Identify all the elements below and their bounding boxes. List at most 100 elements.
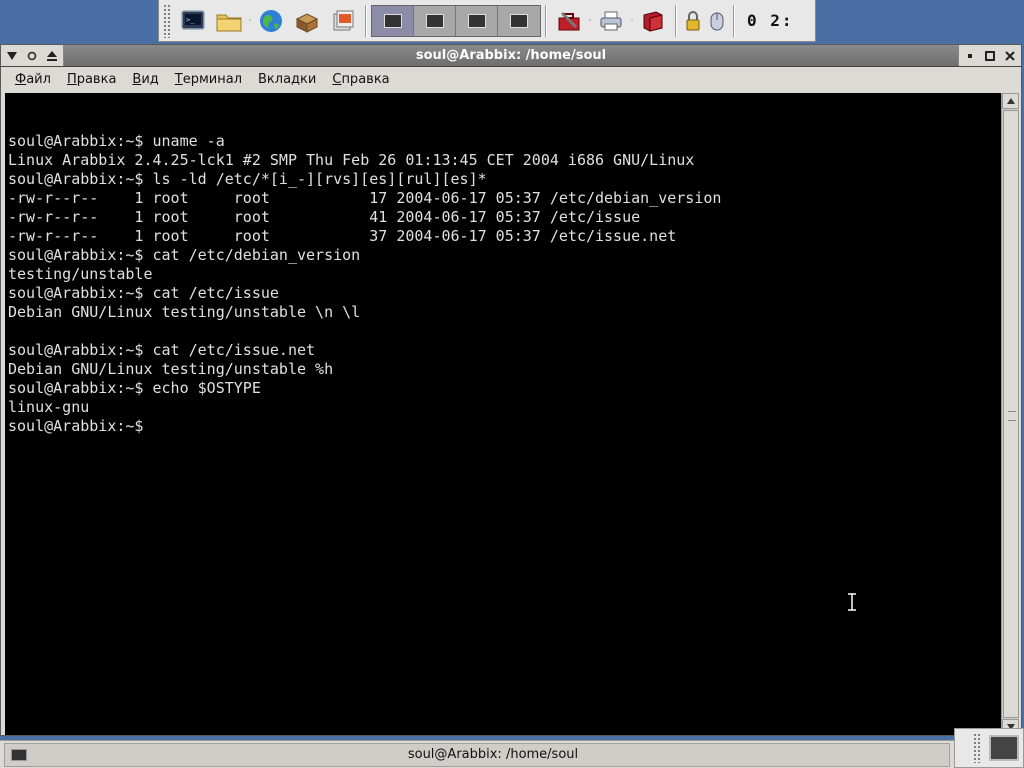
menu-label: Вкладки <box>258 71 317 87</box>
globe-icon <box>260 9 282 32</box>
workspace-2[interactable] <box>414 5 456 36</box>
menu-item-2[interactable]: Вид <box>124 70 166 89</box>
menu-label: ерминал <box>182 71 243 87</box>
terminal-line: Linux Arabbix 2.4.25-lck1 #2 SMP Thu Feb… <box>8 151 695 169</box>
terminal-scrollbar[interactable] <box>1001 93 1019 735</box>
text-cursor-icon <box>848 593 856 611</box>
web-browser-launcher[interactable] <box>254 4 288 38</box>
terminal-line: -rw-r--r-- 1 root root 17 2004-06-17 05:… <box>8 189 722 207</box>
show-desktop-icon[interactable] <box>989 735 1019 761</box>
window-titlebar[interactable]: soul@Arabbix: /home/soul <box>1 45 1021 67</box>
window-title: soul@Arabbix: /home/soul <box>415 48 607 63</box>
terminal-line: soul@Arabbix:~$ echo $OSTYPE <box>8 379 261 397</box>
panel-separator <box>675 4 677 37</box>
help-book-launcher[interactable] <box>636 4 670 38</box>
terminal-line: soul@Arabbix:~$ cat /etc/issue.net <box>8 341 316 359</box>
menu-item-4[interactable]: Вкладки <box>250 70 324 89</box>
panel-grip[interactable] <box>163 3 171 38</box>
mouse-settings-button[interactable] <box>706 4 728 38</box>
menu-label: правка <box>341 71 390 87</box>
terminal-line: soul@Arabbix:~$ cat /etc/issue <box>8 284 279 302</box>
triangle-down-icon <box>7 51 17 60</box>
window-left-buttons <box>1 45 64 66</box>
maximize-icon <box>985 50 995 61</box>
launcher-separator: · <box>248 15 252 26</box>
media-launcher[interactable] <box>326 4 360 38</box>
window-menu-button[interactable] <box>5 49 19 63</box>
workspace-switcher[interactable] <box>371 4 541 37</box>
toolbox-launcher[interactable] <box>552 4 586 38</box>
workspace-3[interactable] <box>456 5 498 36</box>
minimize-icon <box>968 53 972 58</box>
terminal-line: soul@Arabbix:~$ cat /etc/debian_version <box>8 246 361 264</box>
terminal-prompt-line: soul@Arabbix:~$ <box>8 417 998 436</box>
workspace-4[interactable] <box>498 5 540 36</box>
workspace-window-thumb <box>510 13 528 28</box>
launcher-separator: · <box>588 15 592 26</box>
mouse-icon <box>710 12 724 30</box>
menu-label: ид <box>141 71 159 87</box>
package-icon <box>295 12 319 33</box>
tray-grip[interactable] <box>973 733 981 763</box>
terminal-line: testing/unstable <box>8 265 153 283</box>
system-tray <box>954 728 1024 768</box>
terminal-screen[interactable]: soul@Arabbix:~$ uname -a Linux Arabbix 2.… <box>5 93 1001 735</box>
panel-separator <box>545 4 547 37</box>
window-raise-button[interactable] <box>45 49 59 63</box>
terminal-line: linux-gnu <box>8 398 90 416</box>
window-right-buttons <box>958 45 1021 66</box>
menu-item-0[interactable]: Файл <box>7 70 59 89</box>
maximize-button[interactable] <box>983 49 997 63</box>
launcher-separator: · <box>630 15 634 26</box>
panel-clock[interactable]: 0 2: <box>747 11 794 30</box>
menu-item-5[interactable]: Справка <box>324 70 397 89</box>
minimize-button[interactable] <box>963 49 977 63</box>
lock-icon <box>686 10 700 30</box>
taskbar-item-label: soul@Arabbix: /home/soul <box>407 747 579 762</box>
arrow-up-icon <box>1006 98 1015 104</box>
window-shade-button[interactable] <box>25 49 39 63</box>
terminal-cursor <box>152 418 162 434</box>
terminal-line: -rw-r--r-- 1 root root 37 2004-06-17 05:… <box>8 227 677 245</box>
terminal-launcher[interactable]: >_ <box>176 4 210 38</box>
bottom-panel: soul@Arabbix: /home/soul <box>0 728 1024 768</box>
eject-icon <box>47 50 57 61</box>
top-panel: >_ · · · 0 2: <box>158 0 816 42</box>
menu-label: айл <box>26 71 51 87</box>
workspace-window-thumb <box>467 13 486 28</box>
printer-launcher[interactable] <box>594 4 628 38</box>
menu-mnemonic: Ф <box>15 71 27 87</box>
menubar: Файл Правка Вид Терминал Вкладки Справка <box>1 67 1021 91</box>
book-icon <box>643 10 663 32</box>
printer-icon <box>600 11 622 30</box>
terminal-icon: >_ <box>181 9 205 30</box>
terminal-prompt: soul@Arabbix:~$ <box>8 417 153 435</box>
terminal-line: Debian GNU/Linux testing/unstable %h <box>8 360 334 378</box>
menu-mnemonic: В <box>132 71 142 87</box>
terminal-area: soul@Arabbix:~$ uname -a Linux Arabbix 2.… <box>5 93 1019 735</box>
toolbox-icon <box>558 11 580 30</box>
menu-item-3[interactable]: Терминал <box>167 70 250 89</box>
menu-mnemonic: Т <box>174 71 183 87</box>
lock-screen-button[interactable] <box>682 4 704 38</box>
close-button[interactable] <box>1003 49 1017 63</box>
taskbar-item-terminal[interactable]: soul@Arabbix: /home/soul <box>4 742 950 767</box>
svg-text:>_: >_ <box>186 16 195 24</box>
workspace-1[interactable] <box>372 5 414 36</box>
terminal-line: soul@Arabbix:~$ uname -a <box>8 132 225 150</box>
workspace-window-thumb <box>425 13 444 28</box>
terminal-line: -rw-r--r-- 1 root root 41 2004-06-17 05:… <box>8 208 641 226</box>
media-icon <box>333 10 354 30</box>
terminal-window: soul@Arabbix: /home/soul Файл Правка Вид Те… <box>0 44 1022 736</box>
menu-mnemonic: П <box>66 71 77 87</box>
menu-item-1[interactable]: Правка <box>59 70 124 89</box>
scrollbar-thumb[interactable] <box>1003 110 1019 718</box>
folder-icon <box>216 14 242 31</box>
home-folder-launcher[interactable] <box>212 4 246 38</box>
close-icon <box>1005 50 1015 61</box>
menu-label: равка <box>76 71 117 87</box>
scroll-up-button[interactable] <box>1002 93 1019 109</box>
package-launcher[interactable] <box>290 4 324 38</box>
workspace-window-thumb <box>383 13 402 28</box>
